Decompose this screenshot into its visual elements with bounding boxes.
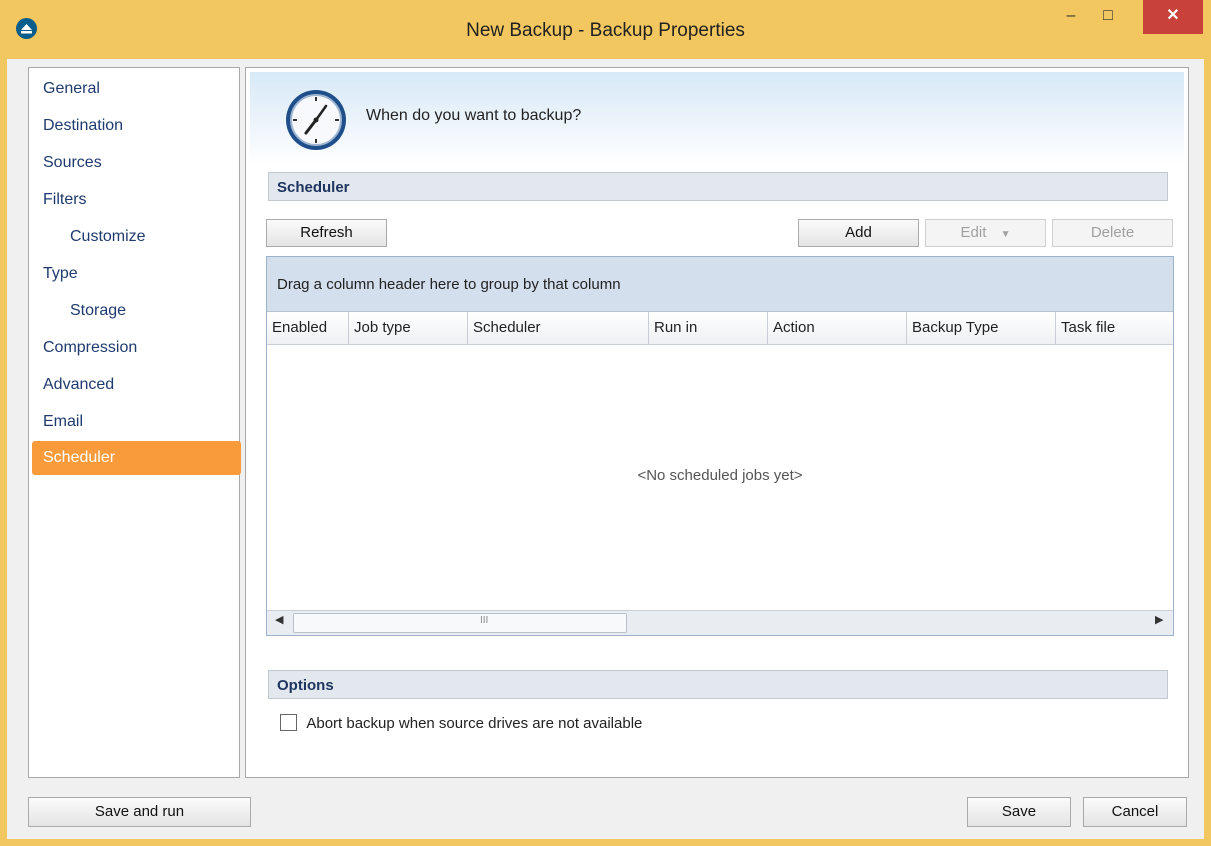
edit-button-label: Edit: [960, 224, 987, 241]
dialog-body: General Destination Sources Filters Cust…: [7, 59, 1204, 839]
save-and-run-button[interactable]: Save and run: [28, 797, 251, 827]
title-bar[interactable]: New Backup - Backup Properties – □ ✕: [0, 0, 1211, 62]
close-button[interactable]: ✕: [1143, 0, 1203, 34]
sidebar-item-sources[interactable]: Sources: [32, 146, 241, 180]
group-by-panel[interactable]: Drag a column header here to group by th…: [267, 257, 1173, 312]
sidebar-item-scheduler[interactable]: Scheduler: [32, 441, 241, 475]
column-header-action[interactable]: Action: [768, 312, 907, 344]
scrollbar-thumb[interactable]: III: [293, 613, 627, 633]
sidebar-item-type[interactable]: Type: [32, 257, 241, 291]
sidebar-item-general[interactable]: General: [32, 72, 241, 106]
sidebar-item-customize[interactable]: Customize: [32, 220, 268, 254]
column-header-backup-type[interactable]: Backup Type: [907, 312, 1056, 344]
grid-column-headers: Enabled Job type Scheduler Run in Action…: [267, 312, 1173, 345]
refresh-button[interactable]: Refresh: [266, 219, 387, 247]
sidebar-nav: General Destination Sources Filters Cust…: [28, 67, 241, 778]
edit-button[interactable]: Edit ▼: [925, 219, 1046, 247]
column-header-scheduler[interactable]: Scheduler: [468, 312, 649, 344]
delete-button[interactable]: Delete: [1052, 219, 1173, 247]
add-button[interactable]: Add: [798, 219, 919, 247]
sidebar-item-advanced[interactable]: Advanced: [32, 368, 241, 402]
cancel-button[interactable]: Cancel: [1083, 797, 1187, 827]
sidebar-item-destination[interactable]: Destination: [32, 109, 241, 143]
horizontal-scrollbar[interactable]: ◀ III ▶: [267, 610, 1173, 635]
abort-backup-checkbox[interactable]: [280, 714, 297, 731]
sidebar-item-filters[interactable]: Filters: [32, 183, 241, 217]
scrollbar-grip: III: [480, 615, 489, 626]
maximize-button[interactable]: □: [1090, 0, 1126, 34]
banner-question: When do you want to backup?: [366, 107, 582, 124]
scroll-right-arrow-icon[interactable]: ▶: [1155, 613, 1163, 626]
options-section-header: Options: [268, 670, 1168, 699]
main-panel: When do you want to backup? Scheduler Re…: [245, 67, 1189, 778]
column-header-task-file[interactable]: Task file: [1056, 312, 1173, 344]
clock-icon: [284, 88, 348, 152]
scheduler-section-header: Scheduler: [268, 172, 1168, 201]
chevron-down-icon: ▼: [1000, 229, 1011, 240]
abort-backup-option[interactable]: Abort backup when source drives are not …: [280, 714, 642, 732]
minimize-button[interactable]: –: [1053, 0, 1089, 34]
empty-grid-message: <No scheduled jobs yet>: [637, 467, 803, 484]
scroll-left-arrow-icon[interactable]: ◀: [275, 613, 283, 626]
window-title: New Backup - Backup Properties: [466, 20, 745, 41]
save-button[interactable]: Save: [967, 797, 1071, 827]
sidebar-item-storage[interactable]: Storage: [32, 294, 268, 328]
schedule-grid: Drag a column header here to group by th…: [266, 256, 1174, 636]
column-header-run-in[interactable]: Run in: [649, 312, 768, 344]
sidebar-item-email[interactable]: Email: [32, 405, 241, 439]
sidebar-item-compression[interactable]: Compression: [32, 331, 241, 365]
abort-backup-label[interactable]: Abort backup when source drives are not …: [306, 715, 642, 732]
header-banner: When do you want to backup?: [250, 72, 1184, 164]
column-header-enabled[interactable]: Enabled: [267, 312, 349, 344]
column-header-job-type[interactable]: Job type: [349, 312, 468, 344]
app-window: New Backup - Backup Properties – □ ✕ Gen…: [0, 0, 1211, 846]
